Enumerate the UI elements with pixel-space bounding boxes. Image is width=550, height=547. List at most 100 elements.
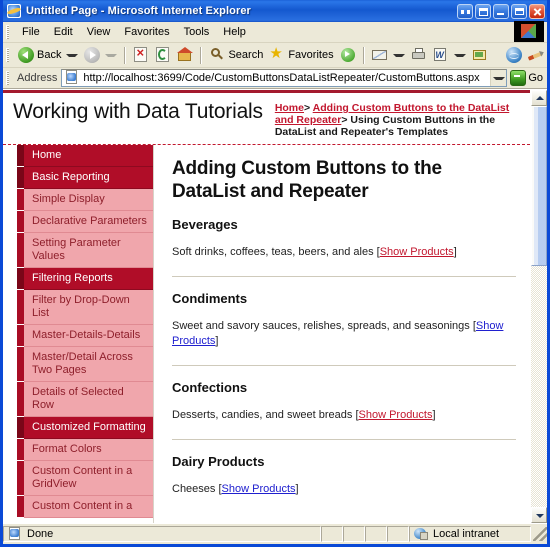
resize-grip[interactable] (533, 527, 547, 541)
go-button[interactable]: Go (507, 70, 547, 86)
globe-icon (505, 47, 522, 63)
page-title: Adding Custom Buttons to the DataList an… (172, 158, 442, 202)
favorites-button[interactable]: Favorites (266, 44, 336, 65)
category-description: Soft drinks, coffees, teas, beers, and a… (172, 245, 516, 260)
show-products-link[interactable]: Show Products (380, 246, 454, 258)
sidebar-item-setting-parameter-values[interactable]: Setting Parameter Values (17, 233, 153, 268)
mail-dropdown-icon[interactable] (392, 53, 405, 57)
edit-dropdown-icon[interactable] (453, 53, 466, 57)
menu-item-help[interactable]: Help (216, 24, 253, 40)
restore-group-button[interactable] (475, 3, 491, 19)
category-name: Beverages (172, 217, 238, 232)
web-page: Working with Data Tutorials Home> Adding… (3, 90, 530, 523)
print-button[interactable] (408, 45, 430, 65)
maximize-button[interactable] (511, 3, 527, 19)
sidebar-item-master-details-details[interactable]: Master-Details-Details (17, 325, 153, 347)
media-button[interactable] (337, 45, 359, 65)
sidebar-item-simple-display[interactable]: Simple Display (17, 189, 153, 211)
category-name: Dairy Products (172, 454, 265, 469)
sidebar-item-basic-reporting[interactable]: Basic Reporting (17, 167, 153, 189)
menu-item-view[interactable]: View (80, 24, 118, 40)
scrollbar-thumb[interactable] (531, 106, 547, 266)
bracket-close: ] (432, 409, 436, 421)
sidebar-item-customized-formatting[interactable]: Customized Formatting (17, 417, 153, 439)
show-products-link[interactable]: Show Products (222, 483, 296, 495)
messenger-icon (472, 47, 488, 63)
ie-banner-logo (514, 21, 544, 42)
status-panel-3 (365, 526, 387, 542)
back-label: Back (37, 49, 62, 61)
site-title: Working with Data Tutorials (13, 100, 263, 123)
category-name: Condiments (172, 291, 248, 306)
menu-grip[interactable] (6, 25, 11, 39)
category-description-text: Cheeses (172, 483, 216, 495)
forward-button[interactable] (81, 45, 120, 65)
print-icon (411, 47, 427, 63)
address-dropdown-button[interactable] (490, 70, 507, 86)
go-icon (510, 70, 527, 86)
pen-button[interactable] (525, 45, 547, 65)
sidebar-item-details-of-selected-row[interactable]: Details of Selected Row (17, 382, 153, 417)
sidebar-item-custom-content-in-a[interactable]: Custom Content in a (17, 496, 153, 518)
scroll-up-button[interactable] (531, 90, 547, 106)
main-content: Adding Custom Buttons to the DataList an… (153, 145, 530, 523)
refresh-button[interactable] (152, 45, 174, 65)
globe-button[interactable] (503, 45, 525, 65)
menu-item-edit[interactable]: Edit (47, 24, 80, 40)
sidebar-item-filter-by-drop-down-list[interactable]: Filter by Drop-Down List (17, 290, 153, 325)
scrollbar-track[interactable] (531, 106, 547, 507)
menu-item-tools[interactable]: Tools (177, 24, 217, 40)
ie-document-icon (7, 4, 21, 18)
toolbar-separator (200, 46, 203, 64)
search-button[interactable]: Search (206, 45, 266, 65)
security-zone-panel[interactable]: Local intranet (409, 526, 531, 542)
refresh-icon (155, 47, 171, 63)
minimize-button[interactable] (493, 3, 509, 19)
forward-dropdown-icon[interactable] (105, 53, 118, 57)
address-input[interactable]: http://localhost:3699/Code/CustomButtons… (61, 69, 508, 87)
stop-button[interactable] (130, 45, 152, 65)
scroll-down-button[interactable] (531, 507, 547, 523)
mail-button[interactable] (369, 45, 408, 65)
show-products-link[interactable]: Show Products (359, 409, 433, 421)
research-button[interactable] (547, 45, 550, 65)
messenger-button[interactable] (469, 45, 491, 65)
status-message-panel: Done (3, 526, 321, 542)
home-button[interactable] (174, 45, 196, 65)
menu-item-favorites[interactable]: Favorites (117, 24, 176, 40)
category-block: Condiments Sweet and savory sauces, reli… (172, 291, 516, 366)
media-icon (340, 47, 356, 63)
category-description: Sweet and savory sauces, relishes, sprea… (172, 319, 516, 349)
sidebar-item-filtering-reports[interactable]: Filtering Reports (17, 268, 153, 290)
go-label: Go (528, 72, 543, 84)
status-panel-2 (343, 526, 365, 542)
category-description: Desserts, candies, and sweet breads [Sho… (172, 408, 516, 423)
close-button[interactable] (529, 3, 545, 19)
window-controls (457, 3, 545, 19)
sidebar-item-home[interactable]: Home (17, 145, 153, 167)
status-panel-1 (321, 526, 343, 542)
category-divider (172, 439, 516, 440)
back-icon (18, 47, 34, 63)
breadcrumb-link-home[interactable]: Home (275, 102, 304, 114)
sidebar-item-master-detail-across-two-pages[interactable]: Master/Detail Across Two Pages (17, 347, 153, 382)
category-description-text: Sweet and savory sauces, relishes, sprea… (172, 320, 470, 332)
vertical-scrollbar[interactable] (530, 90, 547, 523)
menu-item-file[interactable]: File (15, 24, 47, 40)
restore-left-button[interactable] (457, 3, 473, 19)
sidebar-item-custom-content-in-a-gridview[interactable]: Custom Content in a GridView (17, 461, 153, 496)
back-button[interactable]: Back (15, 45, 81, 65)
bracket-close: ] (453, 246, 457, 258)
sidebar-item-declarative-parameters[interactable]: Declarative Parameters (17, 211, 153, 233)
edit-button[interactable] (430, 45, 469, 65)
security-zone-label: Local intranet (433, 528, 500, 540)
category-description: Cheeses [Show Products] (172, 482, 516, 497)
address-grip[interactable] (6, 71, 11, 85)
title-bar: Untitled Page - Microsoft Internet Explo… (3, 0, 547, 22)
toolbar-grip[interactable] (6, 48, 11, 62)
forward-icon (84, 47, 101, 63)
address-bar: Address http://localhost:3699/Code/Custo… (3, 68, 547, 89)
back-dropdown-icon[interactable] (66, 53, 79, 57)
sidebar-item-format-colors[interactable]: Format Colors (17, 439, 153, 461)
category-block: Beverages Soft drinks, coffees, teas, be… (172, 217, 516, 277)
